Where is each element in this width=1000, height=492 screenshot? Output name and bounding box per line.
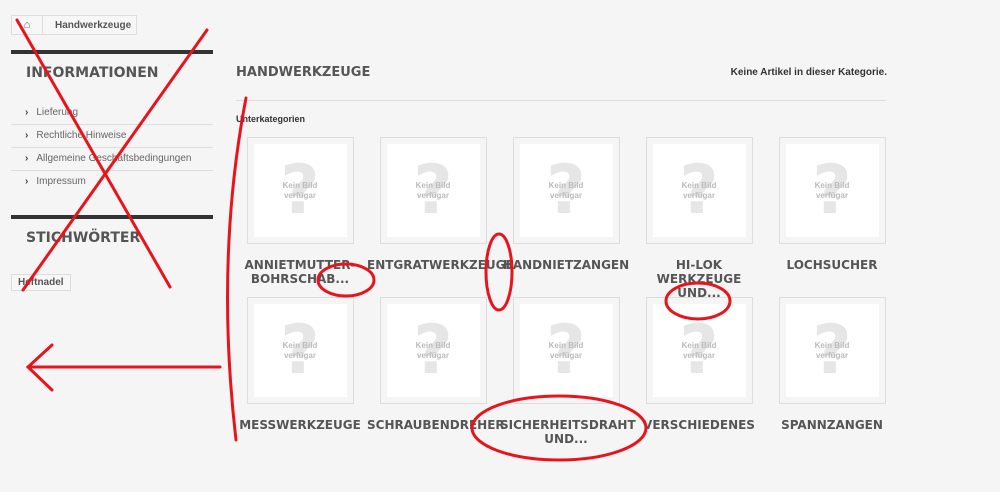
subcategory-name[interactable]: HANDNIETZANGEN (500, 258, 632, 272)
subcategory-name[interactable]: SPANNZANGEN (766, 418, 898, 432)
placeholder-image[interactable]: ? Kein Bild verfügar (379, 297, 487, 404)
info-links: Lieferung Rechtliche Hinweise Allgemeine… (11, 102, 213, 193)
tags-heading: STICHWÖRTER (26, 230, 141, 246)
placeholder-image[interactable]: ? Kein Bild verfügar (512, 297, 620, 404)
placeholder-image[interactable]: ? Kein Bild verfügar (778, 297, 886, 404)
placeholder-image[interactable]: ? Kein Bild verfügar (246, 297, 354, 404)
subcategories-label: Unterkategorien (236, 114, 306, 124)
link-lieferung[interactable]: Lieferung (11, 102, 213, 125)
subcategory-tile[interactable]: ? Kein Bild verfügar HANDNIETZANGEN (500, 137, 632, 272)
link-agb[interactable]: Allgemeine Geschäftsbedingungen (11, 148, 213, 171)
placeholder-image[interactable]: ? Kein Bild verfügar (778, 137, 886, 244)
subcategory-name[interactable]: HI-LOK WERKZEUGE UND... (633, 258, 765, 300)
subcategory-tile[interactable]: ? Kein Bild verfügar ENTGRATWERKZEUGE (367, 137, 514, 272)
no-image-text: Kein Bild verfügar (548, 340, 584, 360)
subcategory-tile[interactable]: ? Kein Bild verfügar ANNIETMUTTER-BOHRSCHA… (234, 137, 366, 286)
tag-heftnadel[interactable]: Heftnadel (11, 274, 71, 291)
no-image-text: Kein Bild verfügar (415, 180, 451, 200)
subcategory-tile[interactable]: ? Kein Bild verfügar HI-LOK WERKZEUGE UND.… (633, 137, 765, 300)
link-rechtliche-hinweise[interactable]: Rechtliche Hinweise (11, 125, 213, 148)
divider (11, 50, 213, 54)
info-heading: INFORMATIONEN (26, 65, 159, 81)
no-image-text: Kein Bild verfügar (681, 340, 717, 360)
breadcrumb: ⌂ Handwerkzeuge (11, 15, 137, 35)
no-image-text: Kein Bild verfügar (415, 340, 451, 360)
divider (11, 215, 213, 219)
subcategory-name[interactable]: LOCHSUCHER (766, 258, 898, 272)
subcategory-name[interactable]: ANNIETMUTTER-BOHRSCHAB... (234, 258, 366, 286)
no-image-text: Kein Bild verfügar (681, 180, 717, 200)
placeholder-image[interactable]: ? Kein Bild verfügar (645, 297, 753, 404)
breadcrumb-current[interactable]: Handwerkzeuge (43, 20, 131, 31)
subcategory-tile[interactable]: ? Kein Bild verfügar SCHRAUBENDREHER (367, 297, 505, 432)
subcategory-name[interactable]: VERSCHIEDENES (633, 418, 765, 432)
subcategory-tile[interactable]: ? Kein Bild verfügar MESSWERKZEUGE (234, 297, 366, 432)
subcategory-name[interactable]: MESSWERKZEUGE (234, 418, 366, 432)
placeholder-image[interactable]: ? Kein Bild verfügar (512, 137, 620, 244)
page-title: HANDWERKZEUGE (236, 65, 371, 80)
subcategory-name[interactable]: SICHERHEITSDRAHT UND... (500, 418, 636, 446)
subcategory-tile[interactable]: ? Kein Bild verfügar VERSCHIEDENES (633, 297, 765, 432)
placeholder-image[interactable]: ? Kein Bild verfügar (379, 137, 487, 244)
no-image-text: Kein Bild verfügar (548, 180, 584, 200)
no-articles-notice: Keine Artikel in dieser Kategorie. (730, 67, 887, 78)
placeholder-image[interactable]: ? Kein Bild verfügar (645, 137, 753, 244)
subcategory-name[interactable]: SCHRAUBENDREHER (367, 418, 505, 432)
no-image-text: Kein Bild verfügar (282, 340, 318, 360)
no-image-text: Kein Bild verfügar (814, 340, 850, 360)
link-impressum[interactable]: Impressum (11, 171, 213, 193)
subcategory-tile[interactable]: ? Kein Bild verfügar SPANNZANGEN (766, 297, 898, 432)
divider (236, 100, 886, 101)
placeholder-image[interactable]: ? Kein Bild verfügar (246, 137, 354, 244)
subcategory-tile[interactable]: ? Kein Bild verfügar SICHERHEITSDRAHT UND.… (500, 297, 636, 446)
no-image-text: Kein Bild verfügar (282, 180, 318, 200)
subcategory-tile[interactable]: ? Kein Bild verfügar LOCHSUCHER (766, 137, 898, 272)
home-icon[interactable]: ⌂ (12, 16, 43, 34)
no-image-text: Kein Bild verfügar (814, 180, 850, 200)
subcategory-name[interactable]: ENTGRATWERKZEUGE (367, 258, 514, 272)
